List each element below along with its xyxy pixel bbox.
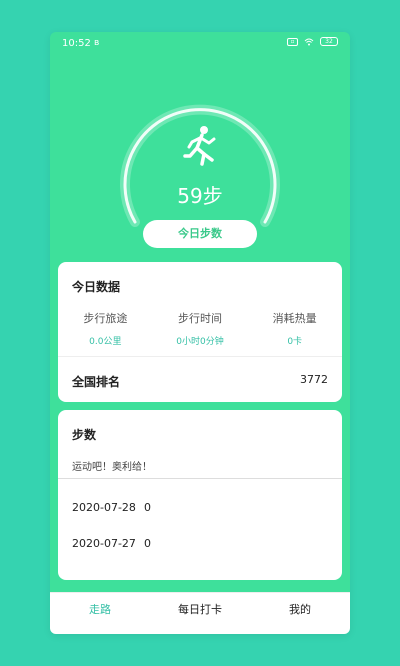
stat-time: 步行时间 0小时0分钟 bbox=[153, 310, 248, 347]
record-count: 0 bbox=[143, 501, 151, 514]
bluetooth-icon: ʙ bbox=[94, 38, 100, 48]
bottom-tab-bar: 走路 每日打卡 我的 bbox=[50, 592, 350, 626]
runner-icon bbox=[183, 126, 216, 166]
list-item: 2020-07-27 0 bbox=[58, 526, 342, 562]
battery-icon: 32 bbox=[320, 37, 338, 46]
record-count: 0 bbox=[143, 537, 151, 550]
tab-mine[interactable]: 我的 bbox=[250, 593, 350, 626]
divider bbox=[58, 356, 342, 357]
stat-calories: 消耗热量 0卡 bbox=[247, 310, 342, 347]
sim-icon: ▫ bbox=[287, 37, 298, 46]
status-icons: ▫ 32 bbox=[287, 37, 338, 46]
status-bar: 10:52 ʙ ▫ 32 bbox=[50, 32, 350, 54]
national-rank-value: 3772 bbox=[300, 373, 328, 386]
tab-daily-checkin[interactable]: 每日打卡 bbox=[150, 593, 250, 626]
app-screen: 10:52 ʙ ▫ 32 59步 今日步数 今日数据 步行旅途 0.0公里 步行… bbox=[50, 32, 350, 634]
national-rank-label: 全国排名 bbox=[72, 375, 121, 389]
status-time: 10:52 bbox=[62, 38, 91, 49]
stats-row: 步行旅途 0.0公里 步行时间 0小时0分钟 消耗热量 0卡 bbox=[58, 310, 342, 347]
stat-distance: 步行旅途 0.0公里 bbox=[58, 310, 153, 347]
today-steps-button[interactable]: 今日步数 bbox=[143, 220, 257, 248]
list-item: 2020-07-28 0 bbox=[58, 490, 342, 526]
steps-card-title: 步数 bbox=[72, 428, 97, 442]
motto-text: 运动吧！奥利给！ bbox=[72, 462, 152, 473]
step-count: 59步 bbox=[177, 184, 223, 208]
record-date: 2020-07-27 bbox=[72, 537, 136, 550]
tab-walk[interactable]: 走路 bbox=[50, 593, 150, 626]
stat-value: 0小时0分钟 bbox=[176, 337, 224, 347]
today-data-card: 今日数据 步行旅途 0.0公里 步行时间 0小时0分钟 消耗热量 0卡 全国排名… bbox=[58, 262, 342, 402]
divider bbox=[58, 478, 342, 479]
stat-label: 步行旅途 bbox=[83, 312, 128, 325]
stat-value: 0.0公里 bbox=[89, 337, 122, 347]
stat-value: 0卡 bbox=[287, 337, 303, 347]
step-records-list: 2020-07-28 0 2020-07-27 0 bbox=[58, 490, 342, 562]
stat-label: 消耗热量 bbox=[272, 312, 317, 325]
stat-label: 步行时间 bbox=[178, 312, 222, 325]
record-date: 2020-07-28 bbox=[72, 501, 136, 514]
today-data-title: 今日数据 bbox=[72, 280, 121, 294]
system-nav-strip bbox=[50, 626, 350, 634]
steps-card: 步数 运动吧！奥利给！ 2020-07-28 0 2020-07-27 0 bbox=[58, 410, 342, 580]
wifi-icon bbox=[304, 38, 314, 45]
